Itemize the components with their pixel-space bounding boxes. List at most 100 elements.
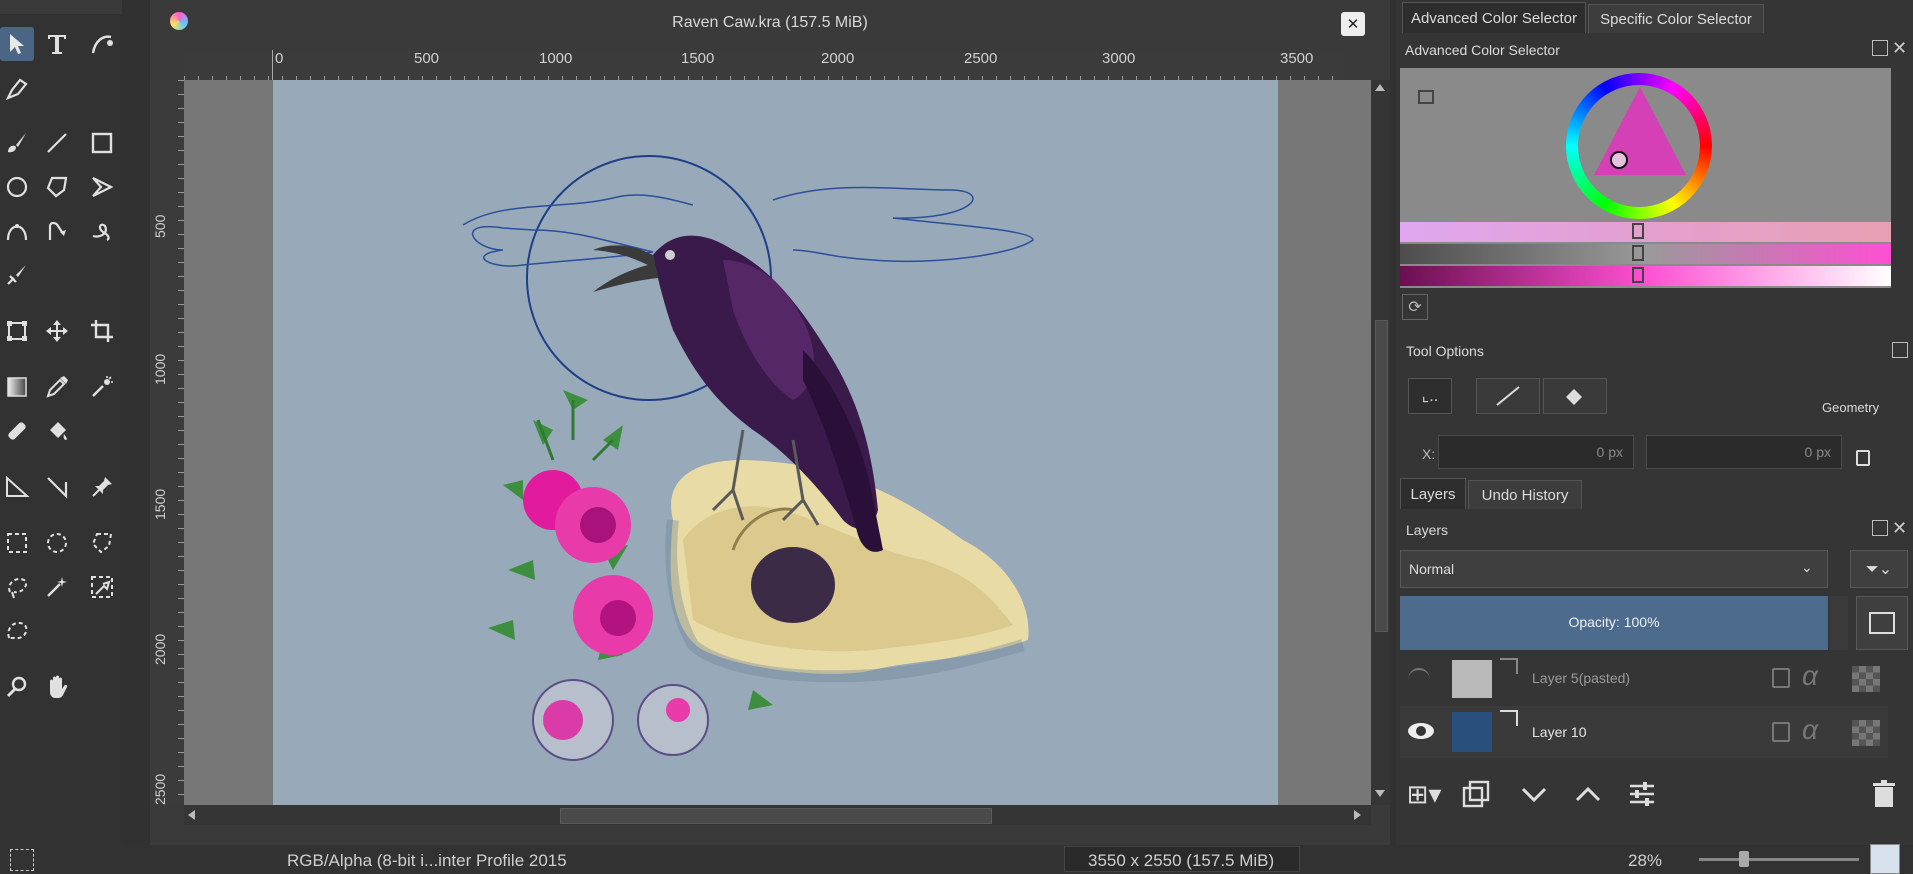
freehand-select-tool[interactable] [0, 570, 34, 604]
hidden-eye-icon[interactable] [1408, 668, 1430, 692]
dynamic-brush-tool[interactable] [85, 214, 119, 248]
rectangle-tool[interactable] [85, 126, 119, 160]
alpha-lock-icon[interactable]: α [1802, 714, 1818, 746]
color-selector-area[interactable] [1400, 68, 1891, 288]
image-dimensions: 3550 x 2550 (157.5 MiB) [1088, 851, 1275, 870]
delete-layer-button[interactable] [1866, 776, 1902, 812]
refresh-icon[interactable]: ⟳ [1402, 294, 1428, 320]
polygon-tool[interactable] [40, 170, 74, 204]
tab-advanced-color-selector[interactable]: Advanced Color Selector [1402, 2, 1586, 33]
lock-icon[interactable] [1772, 668, 1790, 688]
assistant-tool[interactable] [0, 470, 34, 504]
gradient-tool[interactable] [0, 370, 34, 404]
ellipse-tool[interactable] [0, 170, 34, 204]
layer-row[interactable]: Layer 5(pasted) α [1400, 654, 1888, 704]
geometry-tab-icon[interactable]: ⌞.. [1408, 378, 1452, 414]
saturation-triangle[interactable] [1594, 87, 1686, 175]
layers-float-icon[interactable] [1872, 520, 1888, 536]
tab-undo-history[interactable]: Undo History [1468, 480, 1582, 509]
polygon-select-tool[interactable] [85, 526, 119, 560]
blend-mode-select[interactable]: Normal ⌄ [1400, 550, 1828, 588]
hue-ring[interactable] [1566, 73, 1712, 219]
move-layer-up-button[interactable] [1570, 776, 1606, 812]
float-panel-icon[interactable] [1872, 40, 1888, 56]
close-document-button[interactable]: ✕ [1341, 12, 1365, 36]
fill-tool[interactable] [0, 414, 34, 448]
layer-settings-button[interactable] [1624, 776, 1660, 812]
alpha-lock-icon[interactable]: α [1802, 660, 1818, 692]
horizontal-scroll-thumb[interactable] [560, 808, 992, 824]
zoom-tool[interactable] [0, 670, 34, 704]
scroll-left-arrow-icon[interactable] [188, 810, 195, 820]
x-input[interactable]: 0 px [1438, 435, 1634, 469]
fill-tab[interactable] [1543, 378, 1607, 414]
vertical-scroll-thumb[interactable] [1375, 320, 1388, 632]
layer-row[interactable]: Layer 10 α [1400, 706, 1888, 758]
inherit-alpha-icon[interactable] [1852, 720, 1880, 746]
reference-tool[interactable] [85, 470, 119, 504]
bezier-tool[interactable] [0, 214, 34, 248]
canvas-image[interactable] [273, 80, 1278, 805]
scroll-right-arrow-icon[interactable] [1354, 810, 1361, 820]
move-layer-down-button[interactable] [1516, 776, 1552, 812]
pattern-fill-tool[interactable] [40, 414, 74, 448]
duplicate-layer-button[interactable] [1458, 776, 1494, 812]
zoom-slider-handle[interactable] [1739, 851, 1749, 867]
brush-tool[interactable] [0, 126, 34, 160]
tool-options-float-icon[interactable] [1892, 342, 1908, 358]
polyline-tool[interactable] [85, 170, 119, 204]
zoom-slider[interactable] [1699, 851, 1859, 867]
layers-close-icon[interactable]: ✕ [1892, 518, 1907, 539]
visible-eye-icon[interactable] [1406, 718, 1436, 744]
layer-properties-icon[interactable] [1856, 596, 1908, 650]
close-panel-icon[interactable]: ✕ [1892, 38, 1907, 59]
selection-mode-icon[interactable] [10, 849, 34, 871]
tab-specific-color-selector[interactable]: Specific Color Selector [1588, 4, 1764, 33]
inherit-alpha-icon[interactable] [1852, 666, 1880, 692]
calligraphy-tool[interactable] [85, 27, 119, 61]
y-input[interactable]: 0 px [1646, 435, 1842, 469]
transform-tool[interactable] [0, 314, 34, 348]
stroke-tab[interactable] [1476, 378, 1540, 414]
opacity-slider[interactable]: Opacity: 100% [1400, 596, 1828, 650]
color-picker-handle[interactable] [1610, 151, 1628, 169]
similar-select-tool[interactable] [85, 570, 119, 604]
vertical-scrollbar[interactable] [1371, 80, 1390, 805]
line-tool[interactable] [40, 126, 74, 160]
scroll-down-arrow-icon[interactable] [1375, 790, 1385, 797]
color-picker-tool[interactable] [40, 370, 74, 404]
polyline-icon [92, 177, 114, 197]
freehand-path-tool[interactable] [40, 214, 74, 248]
lock-ratio-icon[interactable] [1856, 450, 1870, 466]
smart-patch-tool[interactable] [85, 370, 119, 404]
bezier-select-tool[interactable] [0, 614, 34, 648]
lock-icon[interactable] [1772, 722, 1790, 742]
canvas-only-icon[interactable] [1870, 844, 1900, 874]
hue-slider[interactable] [1400, 222, 1891, 242]
scroll-up-arrow-icon[interactable] [1375, 84, 1385, 91]
horizontal-scrollbar[interactable] [184, 805, 1371, 825]
crop-tool[interactable] [85, 314, 119, 348]
select-shapes-tool[interactable] [0, 27, 34, 61]
tab-layers[interactable]: Layers [1400, 478, 1466, 509]
color-selector-settings-icon[interactable] [1418, 90, 1434, 104]
ruler-tick-label: 2000 [821, 50, 855, 67]
pan-tool[interactable] [40, 670, 74, 704]
raven-eye [665, 250, 675, 260]
lightness-slider[interactable] [1400, 266, 1891, 286]
pen-tool[interactable] [0, 72, 34, 106]
add-layer-button[interactable]: ⊞▾ [1404, 776, 1444, 812]
measure-icon [47, 477, 68, 499]
rect-select-tool[interactable] [0, 526, 34, 560]
multibrush-tool[interactable] [0, 258, 34, 292]
layers-scrollbar[interactable] [1890, 654, 1908, 758]
magic-wand-tool[interactable] [40, 570, 74, 604]
move-tool[interactable] [40, 314, 74, 348]
raven-artwork [462, 155, 1034, 761]
measure-tool[interactable] [40, 470, 74, 504]
filter-icon[interactable]: ⏷⌄ [1850, 550, 1908, 588]
saturation-slider[interactable] [1400, 244, 1891, 264]
text-tool[interactable] [40, 27, 74, 61]
ellipse-select-tool[interactable] [40, 526, 74, 560]
opacity-spin-buttons[interactable] [1830, 596, 1848, 650]
